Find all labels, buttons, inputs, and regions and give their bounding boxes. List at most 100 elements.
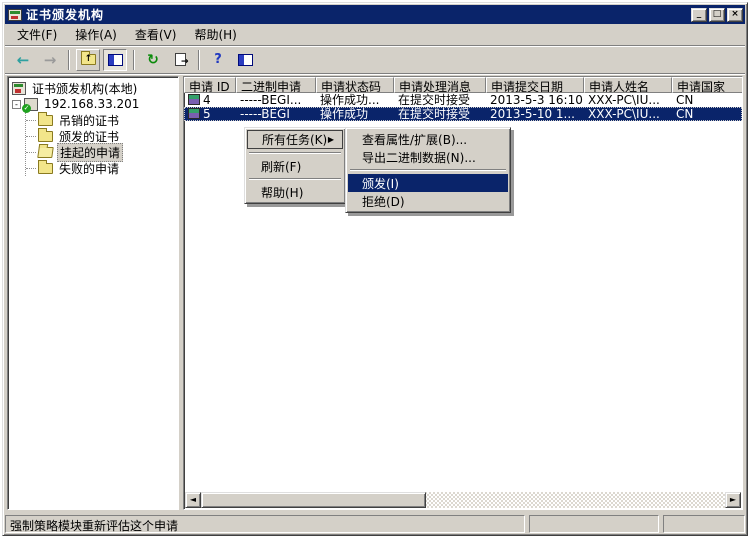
tree-guide bbox=[26, 120, 36, 121]
status-text: 强制策略模块重新评估这个申请 bbox=[5, 515, 525, 533]
open-folder-icon bbox=[37, 147, 54, 158]
cell-date: 2013-5-3 16:10 bbox=[486, 93, 584, 107]
toolbar-separator bbox=[198, 50, 200, 70]
certificate-icon bbox=[188, 108, 200, 119]
menu-item-all-tasks[interactable]: 所有任务(K) ▶ bbox=[247, 130, 343, 149]
console-tree-icon bbox=[108, 54, 123, 66]
cell-status: 操作成功 bbox=[316, 107, 394, 121]
scrollbar-track[interactable] bbox=[426, 492, 725, 508]
tree-item-server[interactable]: - ✓ 192.168.33.201 bbox=[12, 96, 178, 112]
menu-item-deny[interactable]: 拒绝(D) bbox=[348, 192, 508, 210]
menu-item-export-binary[interactable]: 导出二进制数据(N)... bbox=[348, 148, 508, 166]
submenu-arrow-icon: ▶ bbox=[328, 135, 334, 144]
check-icon: ✓ bbox=[22, 104, 31, 113]
title-bar: 证书颁发机构 _ □ × bbox=[5, 5, 745, 24]
up-one-level-button[interactable]: ↑ bbox=[76, 49, 100, 71]
tree-folder-label: 吊销的证书 bbox=[57, 112, 121, 129]
column-header-submission-date[interactable]: 申请提交日期 bbox=[486, 77, 584, 93]
cell-status: 操作成功... bbox=[316, 93, 394, 107]
ca-server-icon: ✓ bbox=[24, 98, 38, 111]
list-header: 申请 ID 二进制申请 申请状态码 申请处理消息 申请提交日期 申请人姓名 申请… bbox=[184, 77, 742, 93]
back-icon: ← bbox=[17, 51, 30, 69]
cell-message: 在提交时接受 bbox=[394, 93, 486, 107]
menu-item-label: 颁发(I) bbox=[362, 175, 399, 192]
menu-view[interactable]: 查看(V) bbox=[127, 24, 185, 45]
app-window: 证书颁发机构 _ □ × 文件(F) 操作(A) 查看(V) 帮助(H) ← →… bbox=[2, 2, 748, 536]
window-title: 证书颁发机构 bbox=[26, 6, 691, 23]
menu-item-label: 帮助(H) bbox=[261, 184, 303, 201]
certificate-icon bbox=[188, 94, 200, 105]
cell-binary: -----BEGI... bbox=[236, 93, 316, 107]
forward-button[interactable]: → bbox=[38, 49, 62, 71]
toolbar: ← → ↑ ↻ → ? bbox=[5, 46, 745, 74]
export-list-icon: → bbox=[175, 53, 186, 66]
menu-action[interactable]: 操作(A) bbox=[67, 24, 125, 45]
tree-item-failed-requests[interactable]: 失败的申请 bbox=[26, 160, 178, 176]
help-button[interactable]: ? bbox=[206, 49, 230, 71]
menu-item-issue[interactable]: 颁发(I) bbox=[348, 174, 508, 192]
column-header-country[interactable]: 申请国家 bbox=[672, 77, 743, 93]
minimize-button[interactable]: _ bbox=[691, 8, 707, 22]
back-button[interactable]: ← bbox=[11, 49, 35, 71]
tree-guide bbox=[26, 168, 36, 169]
folder-icon bbox=[38, 163, 53, 174]
menu-item-label: 刷新(F) bbox=[261, 158, 301, 175]
column-header-request-id[interactable]: 申请 ID bbox=[184, 77, 236, 93]
tree-folder-label: 失败的申请 bbox=[57, 160, 121, 177]
tree-item-revoked-certs[interactable]: 吊销的证书 bbox=[26, 112, 178, 128]
tree-root-label: 证书颁发机构(本地) bbox=[30, 80, 139, 97]
tree-guide bbox=[26, 136, 36, 137]
request-row-5-selected[interactable]: 5 -----BEGI 操作成功 在提交时接受 2013-5-10 1... X… bbox=[184, 107, 742, 121]
tree-server-label: 192.168.33.201 bbox=[42, 97, 141, 111]
all-tasks-submenu: 查看属性/扩展(B)... 导出二进制数据(N)... 颁发(I) 拒绝(D) bbox=[345, 127, 511, 213]
folder-icon bbox=[38, 131, 53, 142]
refresh-icon: ↻ bbox=[147, 52, 159, 68]
toolbar-separator bbox=[68, 50, 70, 70]
column-header-status-code[interactable]: 申请状态码 bbox=[316, 77, 394, 93]
scroll-left-button[interactable]: ◄ bbox=[185, 492, 201, 508]
request-row-4[interactable]: 4 -----BEGI... 操作成功... 在提交时接受 2013-5-3 1… bbox=[184, 93, 742, 107]
menu-file[interactable]: 文件(F) bbox=[9, 24, 65, 45]
forward-icon: → bbox=[44, 51, 57, 69]
cell-country: CN bbox=[672, 93, 743, 107]
console-tree-pane: 证书颁发机构(本地) - ✓ 192.168.33.201 吊销的证书 颁发的证… bbox=[7, 76, 179, 510]
close-button[interactable]: × bbox=[727, 8, 743, 22]
menu-item-label: 查看属性/扩展(B)... bbox=[362, 131, 467, 148]
cell-date: 2013-5-10 1... bbox=[486, 107, 584, 121]
tree-guide bbox=[26, 152, 36, 153]
collapse-expander[interactable]: - bbox=[12, 100, 21, 109]
menu-bar: 文件(F) 操作(A) 查看(V) 帮助(H) bbox=[5, 24, 745, 46]
menu-help[interactable]: 帮助(H) bbox=[186, 24, 244, 45]
menu-item-view-attributes[interactable]: 查看属性/扩展(B)... bbox=[348, 130, 508, 148]
menu-separator bbox=[249, 152, 341, 154]
certification-authority-icon bbox=[12, 82, 26, 95]
folder-icon bbox=[38, 115, 53, 126]
column-header-binary-request[interactable]: 二进制申请 bbox=[236, 77, 316, 93]
status-bar: 强制策略模块重新评估这个申请 bbox=[5, 513, 745, 533]
menu-item-label: 导出二进制数据(N)... bbox=[362, 149, 476, 166]
tree-item-root[interactable]: 证书颁发机构(本地) bbox=[12, 80, 178, 96]
refresh-button[interactable]: ↻ bbox=[141, 49, 165, 71]
column-header-disposition-message[interactable]: 申请处理消息 bbox=[394, 77, 486, 93]
cell-message: 在提交时接受 bbox=[394, 107, 486, 121]
horizontal-scrollbar[interactable]: ◄ ► bbox=[185, 492, 741, 508]
help-icon: ? bbox=[214, 52, 222, 67]
column-header-requester-name[interactable]: 申请人姓名 bbox=[584, 77, 672, 93]
cell-country: CN bbox=[672, 107, 743, 121]
cell-requester: XXX-PC\IU... bbox=[584, 93, 672, 107]
menu-item-label: 所有任务(K) bbox=[262, 131, 327, 148]
tree-item-pending-requests[interactable]: 挂起的申请 bbox=[26, 144, 178, 160]
cell-binary: -----BEGI bbox=[236, 107, 316, 121]
menu-item-label: 拒绝(D) bbox=[362, 193, 405, 210]
status-panel-2 bbox=[529, 515, 659, 533]
scroll-right-button[interactable]: ► bbox=[725, 492, 741, 508]
export-list-button[interactable]: → bbox=[168, 49, 192, 71]
maximize-button[interactable]: □ bbox=[709, 8, 725, 22]
scrollbar-thumb[interactable] bbox=[201, 492, 426, 508]
show-action-pane-button[interactable] bbox=[233, 49, 257, 71]
show-console-tree-button[interactable] bbox=[103, 49, 127, 71]
menu-item-help[interactable]: 帮助(H) bbox=[247, 183, 343, 201]
cell-request-id: 5 bbox=[184, 107, 236, 121]
context-menu: 所有任务(K) ▶ 刷新(F) 帮助(H) bbox=[244, 127, 346, 204]
menu-item-refresh[interactable]: 刷新(F) bbox=[247, 157, 343, 175]
